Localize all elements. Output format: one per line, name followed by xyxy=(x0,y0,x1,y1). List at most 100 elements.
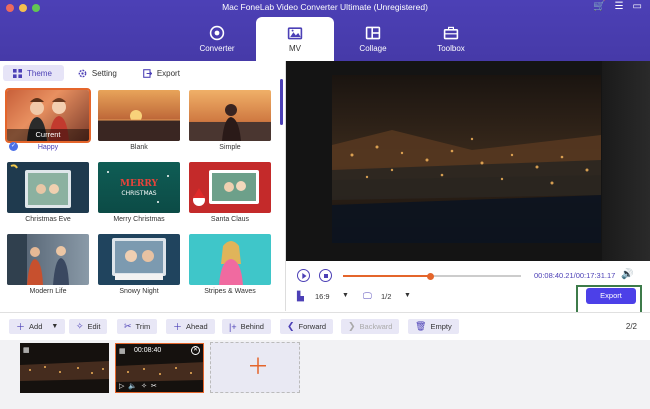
play-button[interactable] xyxy=(297,269,310,282)
add-clip-slot[interactable]: ＋ xyxy=(210,342,300,393)
tab-toolbox[interactable]: Toolbox xyxy=(412,17,490,61)
theme-thumbnail: Current xyxy=(5,88,91,143)
tab-collage[interactable]: Collage xyxy=(334,17,412,61)
theme-item-merry-christmas[interactable]: MERRY CHRISTMAS Merry Christmas xyxy=(98,162,180,234)
trim-button[interactable]: ✂ Trim xyxy=(117,319,158,334)
monitor-icon: 🖵 xyxy=(363,291,372,301)
stop-button[interactable] xyxy=(319,269,332,282)
chevron-left-icon: ❮ xyxy=(287,321,295,331)
theme-item-simple[interactable]: Simple xyxy=(189,90,271,162)
clip-timeline: ▦ ▦ 00:08:40 ✕ ▷ 🔈 ✧ ✂ ＋ xyxy=(0,340,650,409)
ahead-button[interactable]: ＋ Ahead xyxy=(166,319,215,334)
tab-converter[interactable]: Converter xyxy=(178,17,256,61)
theme-item-stripes-waves[interactable]: Stripes & Waves xyxy=(189,234,271,306)
clip-counter: 2/2 xyxy=(625,322,637,331)
insert-behind-icon: |+ xyxy=(229,321,237,332)
collage-icon xyxy=(365,26,381,40)
volume-icon[interactable]: 🔈 xyxy=(128,382,137,390)
volume-icon[interactable]: 🔊 xyxy=(621,269,633,280)
theme-item-santa-claus[interactable]: Santa Claus xyxy=(189,162,271,234)
theme-thumbnail xyxy=(189,234,271,285)
video-preview[interactable] xyxy=(286,61,650,261)
progress-fill xyxy=(343,275,431,277)
theme-thumbnail xyxy=(98,234,180,285)
window-title: Mac FoneLab Video Converter Ultimate (Un… xyxy=(222,2,428,12)
christmas-eve-image xyxy=(10,164,71,208)
remove-clip-icon[interactable]: ✕ xyxy=(191,346,200,355)
theme-name: Snowy Night xyxy=(119,288,159,295)
current-badge: Current xyxy=(7,129,89,141)
scissors-icon: ✂ xyxy=(124,321,132,331)
theme-name: Blank xyxy=(130,144,148,151)
feedback-icon[interactable]: ▭ xyxy=(633,1,642,12)
progress-handle[interactable] xyxy=(426,272,434,280)
mv-icon xyxy=(287,27,303,40)
theme-thumbnail: MERRY CHRISTMAS xyxy=(98,162,180,213)
magic-wand-icon[interactable]: ✧ xyxy=(141,382,147,390)
menu-icon[interactable]: ☰ xyxy=(615,1,624,12)
theme-thumbnail xyxy=(98,90,180,141)
empty-label: Empty xyxy=(430,322,452,331)
theme-grid: Current ✓ Happy Blank Simple Christmas E… xyxy=(5,88,275,306)
theme-item-modern-life[interactable]: Modern Life xyxy=(7,234,89,306)
santa-claus-image xyxy=(193,170,259,206)
export-button[interactable]: Export xyxy=(586,288,636,304)
theme-item-blank[interactable]: Blank xyxy=(98,90,180,162)
theme-name: Happy xyxy=(37,144,59,151)
sunset-image xyxy=(98,110,180,141)
timeline-clip-2[interactable]: ▦ 00:08:40 ✕ ▷ 🔈 ✧ ✂ xyxy=(115,343,204,393)
timeline-clip-1[interactable]: ▦ xyxy=(20,343,109,393)
stop-icon xyxy=(323,273,328,278)
subtab-theme[interactable]: Theme xyxy=(3,65,64,81)
edit-button[interactable]: ✧ Edit xyxy=(69,319,108,334)
preview-scale-value[interactable]: 1/2 xyxy=(381,292,391,301)
add-button[interactable]: ＋ Add ▼ xyxy=(9,319,66,334)
mv-subtabs: Theme Setting Export xyxy=(3,65,192,81)
scissors-icon[interactable]: ✂ xyxy=(151,382,157,390)
empty-button[interactable]: 🗑 Empty xyxy=(408,319,459,334)
modern-life-image xyxy=(7,234,69,285)
theme-name: Merry Christmas xyxy=(113,216,165,223)
backward-button[interactable]: ❯ Backward xyxy=(341,319,400,334)
theme-name: Santa Claus xyxy=(210,216,250,223)
svg-text:CHRISTMAS: CHRISTMAS xyxy=(121,190,156,197)
video-edge-strip xyxy=(602,61,650,261)
edit-label: Edit xyxy=(87,322,101,331)
toolbox-icon xyxy=(443,26,459,40)
theme-name: Simple xyxy=(219,144,241,151)
subtab-export[interactable]: Export xyxy=(133,65,192,81)
preview-scale-dropdown-icon[interactable]: ▼ xyxy=(404,292,411,299)
aspect-ratio-value[interactable]: 16:9 xyxy=(315,292,330,301)
theme-scrollbar[interactable] xyxy=(280,79,283,125)
theme-item-happy[interactable]: Current ✓ Happy xyxy=(5,88,91,162)
film-icon: ▦ xyxy=(119,348,126,355)
subtab-setting-label: Setting xyxy=(91,68,117,78)
theme-name: Stripes & Waves xyxy=(204,288,256,295)
theme-item-christmas-eve[interactable]: Christmas Eve xyxy=(7,162,89,234)
tab-toolbox-label: Toolbox xyxy=(437,44,465,53)
clip-actions: ▷ 🔈 ✧ ✂ xyxy=(119,382,157,390)
forward-button[interactable]: ❮ Forward xyxy=(280,319,334,334)
theme-thumbnail xyxy=(7,162,89,213)
chevron-down-icon[interactable]: ▼ xyxy=(51,323,58,330)
grid-icon xyxy=(13,68,22,78)
player-controls: 00:08:40.21/00:17:31.17 🔊 ▙ 16:9 ▼ 🖵 1/2… xyxy=(286,262,650,314)
cart-icon[interactable]: 🛒 xyxy=(593,1,605,12)
converter-icon xyxy=(209,25,225,41)
tab-collage-label: Collage xyxy=(359,44,387,53)
subtab-setting[interactable]: Setting xyxy=(68,65,129,81)
behind-button[interactable]: |+ Behind xyxy=(222,319,271,334)
progress-bar[interactable] xyxy=(343,272,521,280)
theme-item-snowy-night[interactable]: Snowy Night xyxy=(98,234,180,306)
theme-thumbnail xyxy=(7,234,89,285)
tab-mv-label: MV xyxy=(289,44,301,53)
woman-sunset-image xyxy=(189,104,271,141)
tab-mv[interactable]: MV xyxy=(256,17,334,61)
aspect-ratio-dropdown-icon[interactable]: ▼ xyxy=(342,292,349,299)
main-nav: Converter MV Collage Toolbox xyxy=(178,17,490,61)
preview-panel: 00:08:40.21/00:17:31.17 🔊 ▙ 16:9 ▼ 🖵 1/2… xyxy=(286,61,650,314)
selected-check-icon: ✓ xyxy=(9,142,18,151)
play-icon[interactable]: ▷ xyxy=(119,382,124,390)
stripes-waves-image xyxy=(219,241,243,285)
ahead-label: Ahead xyxy=(186,322,208,331)
